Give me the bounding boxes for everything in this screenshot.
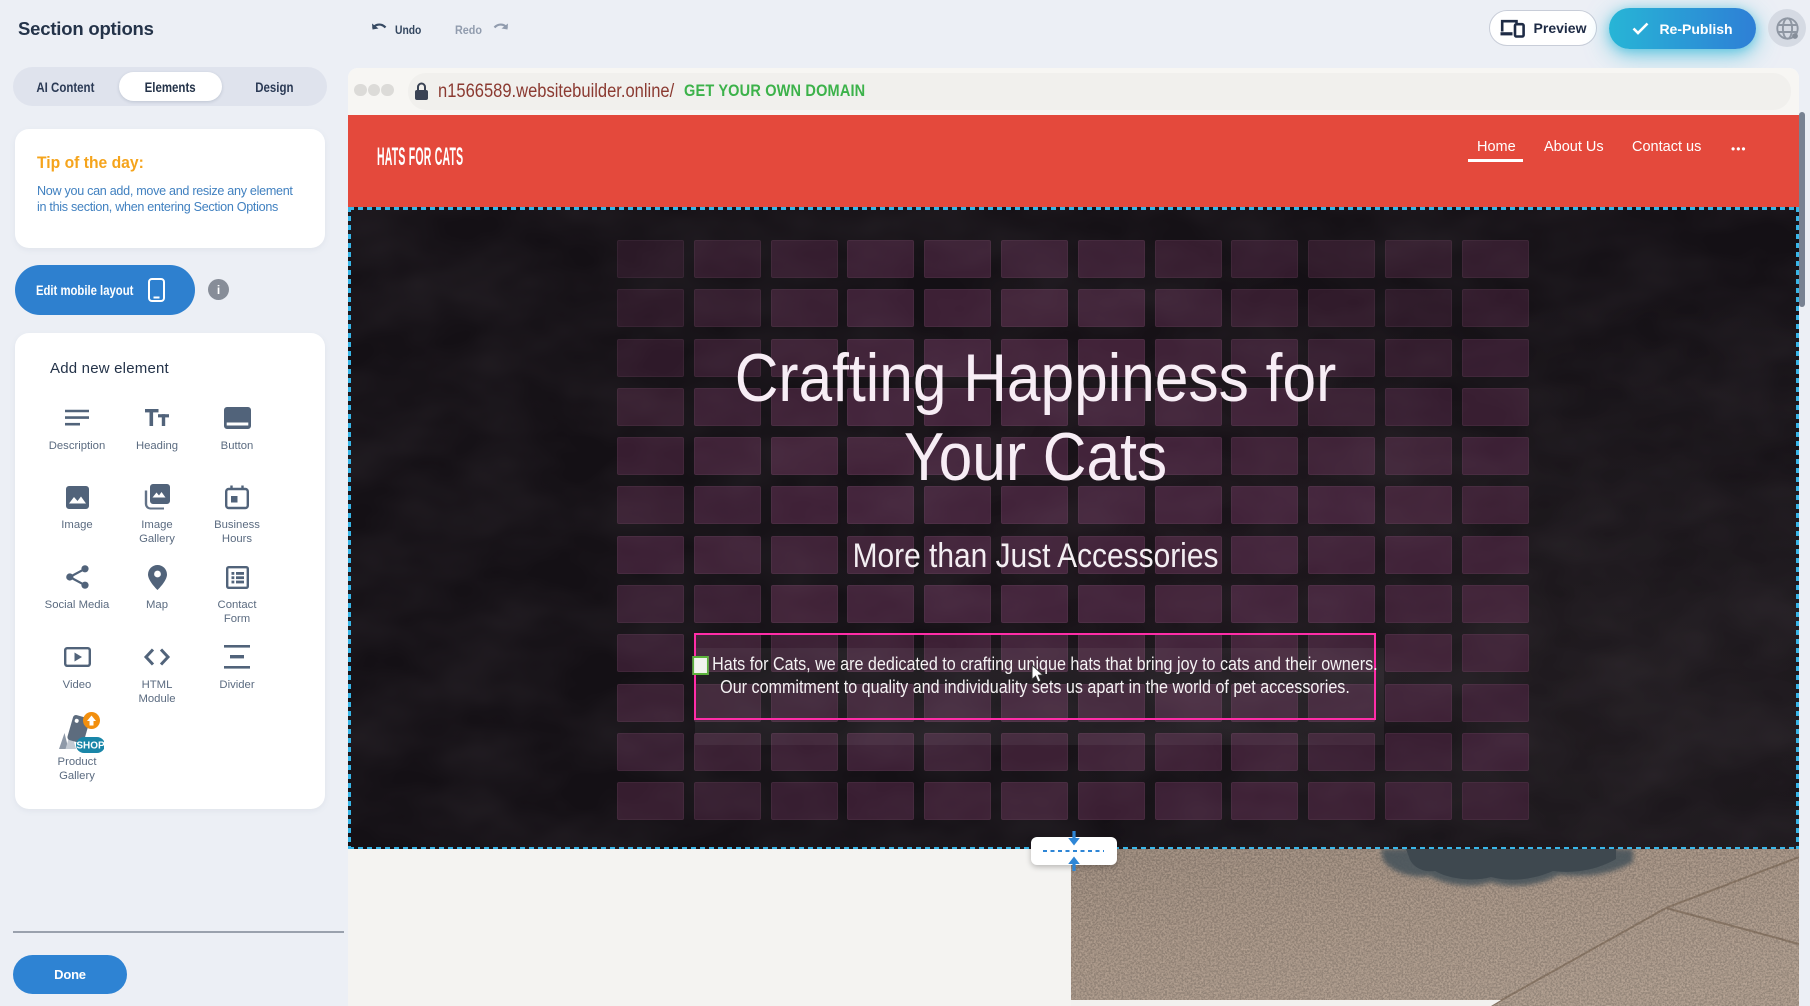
svg-text:SHOP: SHOP (76, 741, 104, 752)
